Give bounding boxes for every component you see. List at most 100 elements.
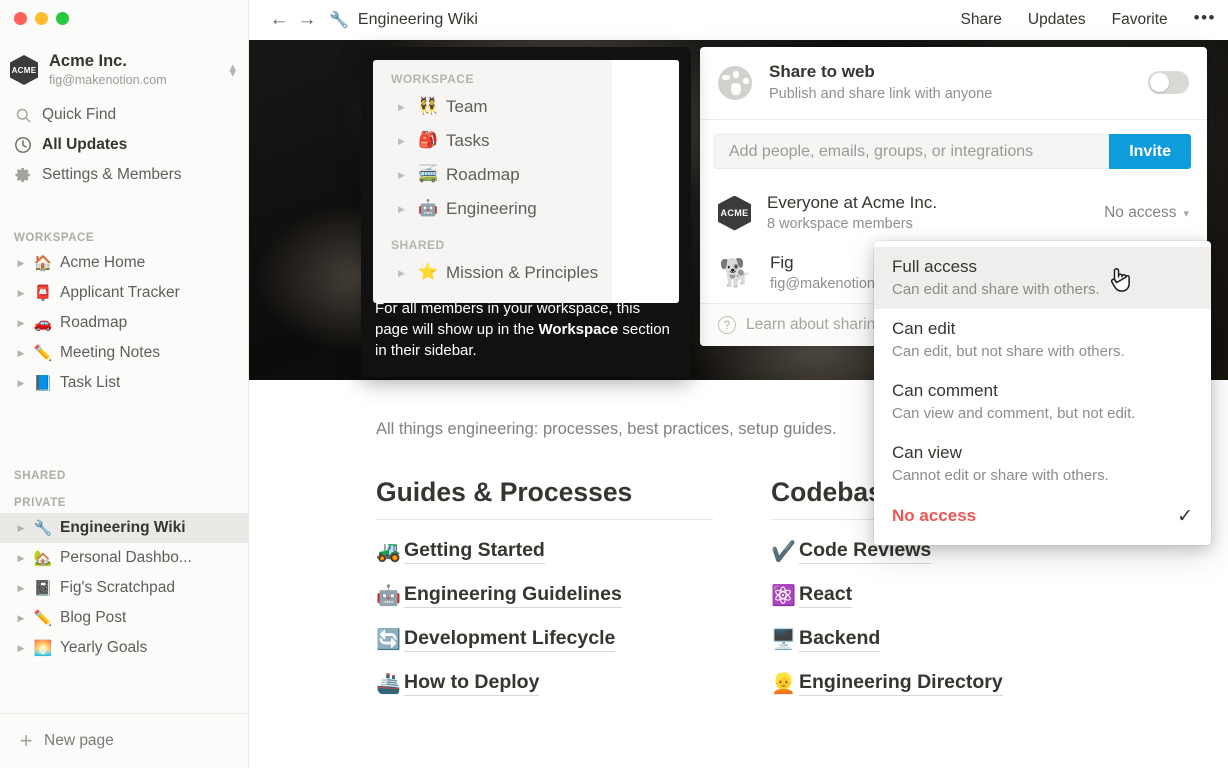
sidebar-item-settings-members[interactable]: Settings & Members (0, 160, 248, 190)
access-dropdown-trigger[interactable]: No access ▾ (1104, 204, 1189, 222)
sidebar-page-meeting-notes[interactable]: ▶ ✏️ Meeting Notes (0, 338, 248, 368)
expand-caret-icon[interactable]: ▶ (14, 583, 28, 594)
acme-logo-icon: ACME (718, 196, 751, 231)
page-emoji-icon: 🔧 (32, 521, 54, 536)
workspace-switcher[interactable]: ACME Acme Inc. fig@makenotion.com ▴▾ (0, 46, 248, 94)
column-heading: Guides & Processes (376, 477, 713, 520)
share-to-web-title: Share to web (769, 61, 1148, 83)
question-circle-icon: ? (718, 316, 736, 334)
sidebar-page-label: Engineering Wiki (60, 519, 186, 537)
sidebar-page-applicant-tracker[interactable]: ▶ 📮 Applicant Tracker (0, 278, 248, 308)
arrow-right-icon[interactable]: → (293, 6, 321, 34)
expand-caret-icon[interactable]: ▶ (14, 258, 28, 269)
sidebar-item-quick-find[interactable]: Quick Find (0, 100, 248, 130)
link-emoji-icon: ⚛️ (771, 586, 799, 606)
minimize-window-button[interactable] (35, 12, 48, 25)
person-name: Everyone at Acme Inc. (767, 192, 1104, 214)
expand-caret-icon: ▶ (398, 170, 411, 181)
page-emoji-icon: ✏️ (32, 346, 54, 361)
page-link-label: Backend (799, 627, 880, 652)
clock-icon (12, 136, 34, 154)
invite-input[interactable] (714, 134, 1109, 169)
sidebar-page-yearly-goals[interactable]: ▶ 🌅 Yearly Goals (0, 633, 248, 663)
new-page-button[interactable]: + New page (0, 713, 248, 768)
expand-caret-icon[interactable]: ▶ (14, 318, 28, 329)
link-emoji-icon: 🤖 (376, 586, 404, 606)
chevron-down-icon: ▾ (1183, 207, 1189, 220)
preview-section-title-workspace: WORKSPACE (373, 60, 679, 90)
maximize-window-button[interactable] (56, 12, 69, 25)
sidebar-section-shared: SHARED (0, 470, 248, 486)
expand-caret-icon[interactable]: ▶ (14, 613, 28, 624)
chevron-updown-icon: ▴▾ (229, 64, 236, 76)
expand-caret-icon[interactable]: ▶ (14, 553, 28, 564)
access-option-can-edit[interactable]: Can edit Can edit, but not share with ot… (874, 309, 1211, 371)
expand-caret-icon[interactable]: ▶ (14, 378, 28, 389)
access-option-full-access[interactable]: Full access Can edit and share with othe… (874, 247, 1211, 309)
page-link-label: Getting Started (404, 539, 545, 564)
acme-logo-icon: ACME (10, 55, 38, 85)
page-link-backend[interactable]: 🖥️ Backend (771, 627, 1166, 652)
sidebar-item-all-updates[interactable]: All Updates (0, 130, 248, 160)
expand-caret-icon[interactable]: ▶ (14, 348, 28, 359)
page-link-engineering-guidelines[interactable]: 🤖 Engineering Guidelines (376, 583, 771, 608)
sidebar-page-engineering-wiki[interactable]: ▶ 🔧 Engineering Wiki (0, 513, 248, 543)
more-dots-icon[interactable]: ••• (1194, 13, 1216, 27)
section-title-private: PRIVATE (0, 497, 248, 509)
access-option-description: Can edit and share with others. (892, 279, 1193, 300)
expand-caret-icon: ▶ (398, 268, 411, 279)
breadcrumb[interactable]: Engineering Wiki (358, 11, 478, 29)
top-bar: ← → 🔧 Engineering Wiki Share Updates Fav… (249, 0, 1228, 40)
sidebar: ACME Acme Inc. fig@makenotion.com ▴▾ Qui… (0, 0, 249, 768)
sidebar-page-figs-scratchpad[interactable]: ▶ 📓 Fig's Scratchpad (0, 573, 248, 603)
access-option-title: Can view (892, 441, 1193, 465)
sidebar-page-label: Acme Home (60, 254, 145, 272)
sidebar-page-roadmap[interactable]: ▶ 🚗 Roadmap (0, 308, 248, 338)
toggle-knob (1150, 73, 1169, 92)
page-link-getting-started[interactable]: 🚜 Getting Started (376, 539, 771, 564)
access-option-description: Can edit, but not share with others. (892, 341, 1193, 362)
sidebar-section-private: PRIVATE ▶ 🔧 Engineering Wiki ▶ 🏡 Persona… (0, 497, 248, 663)
expand-caret-icon[interactable]: ▶ (14, 288, 28, 299)
page-link-how-to-deploy[interactable]: 🚢 How to Deploy (376, 671, 771, 696)
sidebar-page-task-list[interactable]: ▶ 📘 Task List (0, 368, 248, 398)
expand-caret-icon[interactable]: ▶ (14, 523, 28, 534)
column-guides-processes: Guides & Processes 🚜 Getting Started 🤖 E… (376, 477, 771, 696)
sidebar-page-label: Personal Dashbo... (60, 549, 192, 567)
expand-caret-icon: ▶ (398, 102, 411, 113)
access-option-can-comment[interactable]: Can comment Can view and comment, but no… (874, 371, 1211, 433)
invite-button[interactable]: Invite (1109, 134, 1191, 169)
page-link-engineering-directory[interactable]: 👱 Engineering Directory (771, 671, 1166, 696)
page-emoji-icon: 🌅 (32, 641, 54, 656)
page-link-development-lifecycle[interactable]: 🔄 Development Lifecycle (376, 627, 771, 652)
share-to-web-toggle[interactable] (1148, 71, 1189, 94)
access-option-can-view[interactable]: Can view Cannot edit or share with other… (874, 433, 1211, 495)
page-link-react[interactable]: ⚛️ React (771, 583, 1166, 608)
sidebar-page-label: Fig's Scratchpad (60, 579, 175, 597)
page-emoji-icon: 📘 (32, 376, 54, 391)
link-emoji-icon: 👱 (771, 674, 799, 694)
page-link-label: Development Lifecycle (404, 627, 615, 652)
share-button[interactable]: Share (961, 11, 1002, 29)
new-page-label: New page (44, 732, 114, 750)
sidebar-page-blog-post[interactable]: ▶ ✏️ Blog Post (0, 603, 248, 633)
sidebar-page-label: Blog Post (60, 609, 126, 627)
access-option-description: Can view and comment, but not edit. (892, 403, 1193, 424)
share-to-web-text: Share to web Publish and share link with… (769, 61, 1148, 104)
expand-caret-icon[interactable]: ▶ (14, 643, 28, 654)
access-option-no-access[interactable]: No access ✓ (874, 495, 1211, 537)
access-option-description: Cannot edit or share with others. (892, 465, 1193, 486)
favorite-button[interactable]: Favorite (1112, 11, 1168, 29)
workspace-name: Acme Inc. (49, 52, 229, 71)
page-emoji-icon: ⭐ (418, 265, 444, 281)
page-emoji-icon: 🏠 (32, 256, 54, 271)
sidebar-page-acme-home[interactable]: ▶ 🏠 Acme Home (0, 248, 248, 278)
link-emoji-icon: 🔄 (376, 630, 404, 650)
preview-page-roadmap: ▶ 🚎 Roadmap (373, 158, 679, 192)
close-window-button[interactable] (14, 12, 27, 25)
arrow-left-icon[interactable]: ← (265, 6, 293, 34)
workspace-sidebar-preview: WORKSPACE ▶ 👯 Team ▶ 🎒 Tasks ▶ 🚎 Roadmap… (373, 60, 679, 303)
page-link-label: Engineering Guidelines (404, 583, 622, 608)
sidebar-page-personal-dashboard[interactable]: ▶ 🏡 Personal Dashbo... (0, 543, 248, 573)
updates-button[interactable]: Updates (1028, 11, 1086, 29)
